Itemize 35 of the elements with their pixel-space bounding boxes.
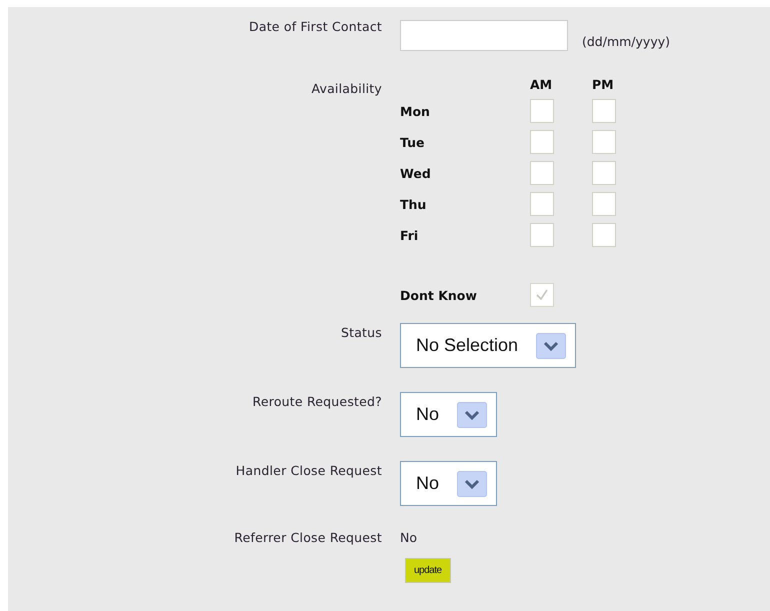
field-label: Status [340, 324, 382, 342]
column-header: PM [592, 77, 615, 92]
chevron-down-icon [536, 332, 566, 358]
chevron-down-icon [457, 470, 488, 496]
checkbox[interactable] [530, 161, 554, 185]
day-label: Fri [400, 228, 420, 242]
field-label: Referrer Close Request [234, 530, 382, 547]
checkmark-icon [534, 288, 550, 302]
checkbox[interactable] [592, 161, 616, 185]
column-header: AM [530, 77, 554, 92]
checkbox[interactable] [530, 223, 554, 247]
field-label: Reroute Requested? [252, 393, 382, 411]
day-label: Wed [400, 166, 432, 180]
day-label: Mon [400, 104, 431, 118]
checkbox[interactable] [592, 223, 616, 247]
field-label: Availability [311, 80, 382, 98]
dropdown[interactable]: No Selection [400, 323, 576, 368]
field-label: Date of First Contact [249, 19, 382, 36]
day-label: Thu [400, 196, 428, 212]
date-format-hint: (dd/mm/yyyy) [582, 34, 670, 49]
date-input-field[interactable] [400, 20, 568, 51]
field-value: No [400, 530, 417, 545]
day-label: Tue [400, 134, 426, 150]
dropdown[interactable]: No [400, 461, 498, 506]
checkbox[interactable] [530, 192, 554, 216]
dropdown[interactable]: No [400, 392, 498, 437]
dont-know-label: Dont Know [400, 288, 478, 302]
chevron-down-icon [457, 402, 488, 428]
checkbox[interactable] [530, 130, 554, 154]
checkbox[interactable] [592, 130, 616, 154]
field-label: Handler Close Request [236, 462, 382, 480]
checkbox[interactable] [530, 99, 554, 123]
checkbox[interactable] [592, 99, 616, 123]
update-button[interactable]: update [405, 558, 451, 583]
checkbox[interactable] [592, 192, 616, 216]
